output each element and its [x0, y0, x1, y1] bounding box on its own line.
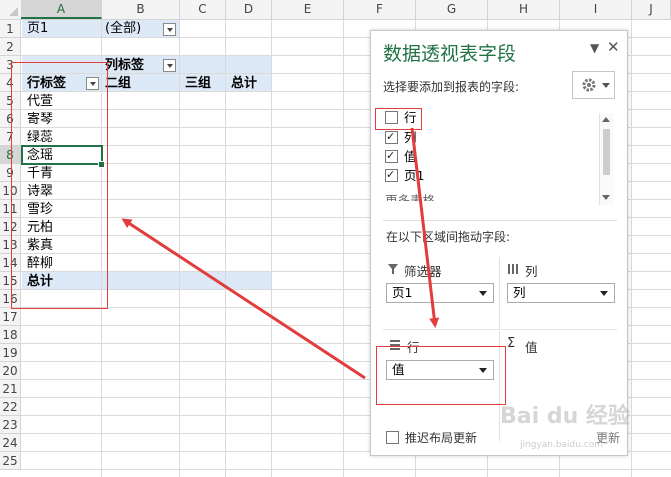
watermark: Bai du 经验 [500, 404, 630, 429]
arrow-rows-area-to-labels [121, 218, 366, 380]
watermark-url: jingyan.baidu.com [520, 440, 604, 450]
arrow-field-to-rows-area [410, 127, 440, 328]
